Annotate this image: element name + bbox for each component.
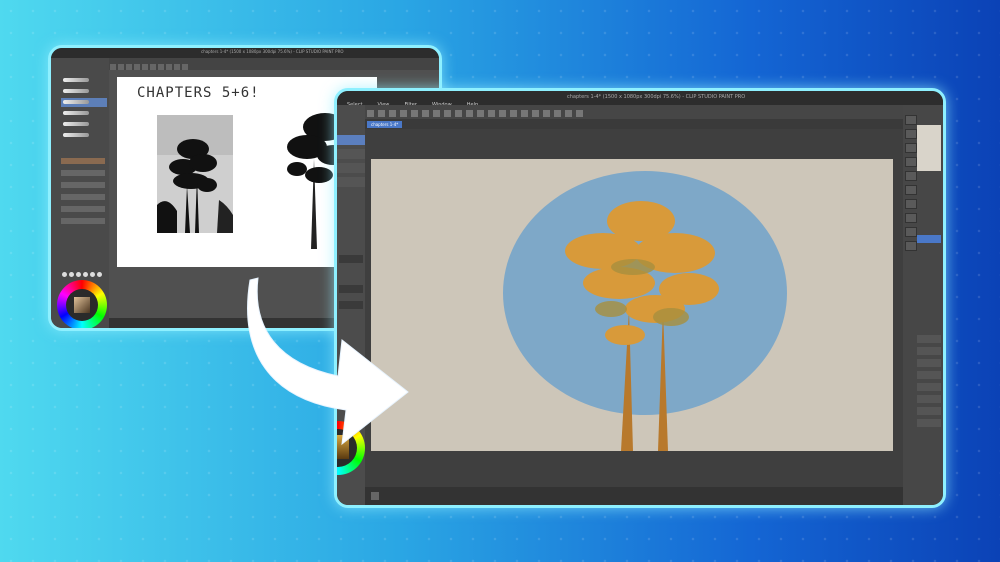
transition-arrow (247, 277, 409, 446)
